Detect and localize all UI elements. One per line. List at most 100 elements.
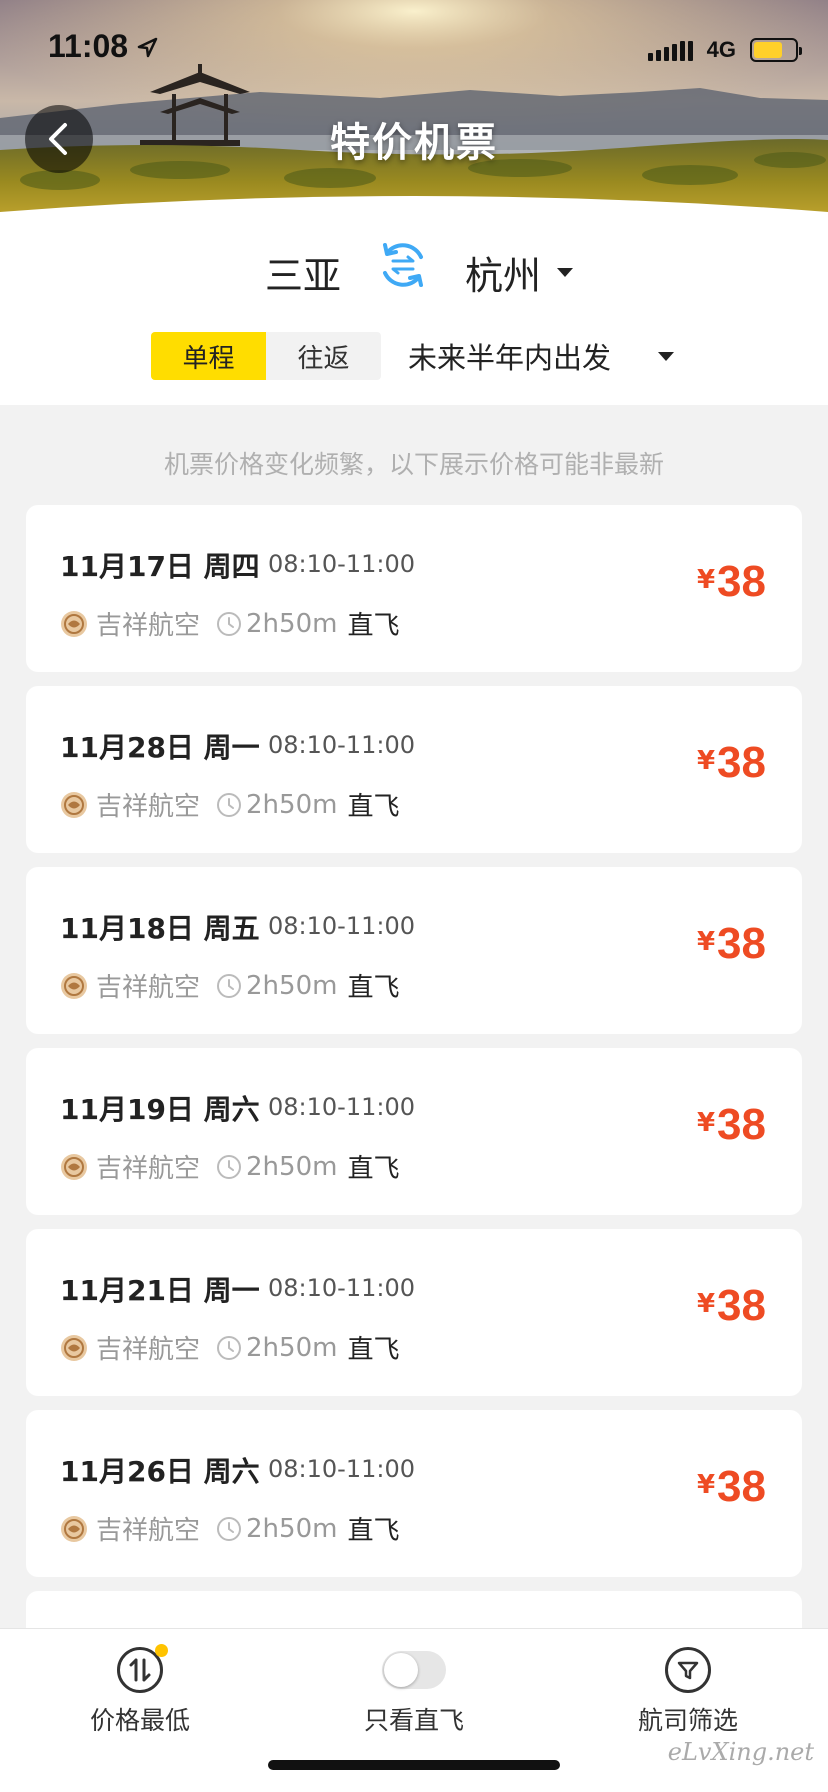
clock-icon	[217, 973, 242, 998]
route-selector: 三亚 杭州	[0, 225, 828, 305]
flight-duration: 2h50m	[246, 1332, 338, 1363]
airline-name: 吉祥航空	[96, 1154, 201, 1184]
tab-one-way[interactable]: 单程	[151, 332, 266, 380]
sort-icon	[117, 1644, 168, 1693]
flight-card[interactable]: 11月21日 周一 08:10-11:00 吉祥航空 2h50m 直飞 ¥ 38	[26, 1229, 802, 1396]
flight-duration: 2h50m	[246, 789, 338, 820]
battery-icon	[750, 38, 802, 62]
flight-price: ¥ 38	[697, 1462, 766, 1512]
price-value: 38	[717, 1462, 766, 1511]
sort-by-price-button[interactable]: 价格最低	[90, 1644, 191, 1737]
price-currency: ¥	[696, 565, 716, 595]
flight-list: 11月17日 周四 08:10-11:00 吉祥航空 2h50m 直飞 ¥ 38…	[26, 505, 802, 1772]
flight-duration: 2h50m	[246, 1151, 338, 1182]
location-arrow-icon	[137, 37, 158, 58]
airline-filter-button[interactable]: 航司筛选	[638, 1647, 738, 1737]
direct-only-toggle[interactable]: 只看直飞	[364, 1647, 464, 1737]
flight-time: 08:10-11:00	[268, 1274, 415, 1302]
flight-card[interactable]: 11月26日 周六 08:10-11:00 吉祥航空 2h50m 直飞 ¥ 38	[26, 1410, 802, 1577]
price-value: 38	[717, 1281, 766, 1330]
status-indicators: 4G	[647, 36, 802, 64]
flight-time: 08:10-11:00	[268, 550, 415, 578]
price-currency: ¥	[696, 1108, 716, 1138]
clock-icon	[217, 792, 242, 817]
flight-price: ¥ 38	[697, 557, 766, 607]
price-value: 38	[717, 738, 766, 787]
airline-logo-icon	[61, 972, 87, 999]
airline-logo-icon	[61, 791, 87, 818]
flight-duration: 2h50m	[246, 608, 338, 639]
airline-name: 吉祥航空	[96, 792, 201, 822]
caret-down-icon	[658, 351, 674, 361]
clock-icon	[217, 1154, 242, 1179]
watermark: eLvXing.net	[667, 1738, 814, 1766]
status-bar: 11:08 4G	[0, 0, 828, 100]
flight-duration: 2h50m	[246, 1513, 338, 1544]
flight-info: 吉祥航空 2h50m 直飞	[60, 605, 399, 642]
flight-time: 08:10-11:00	[268, 731, 415, 759]
flight-info: 吉祥航空 2h50m 直飞	[60, 1329, 399, 1366]
home-indicator	[268, 1760, 560, 1770]
caret-down-icon	[557, 268, 574, 277]
price-value: 38	[717, 1100, 766, 1149]
network-type: 4G	[706, 37, 736, 62]
trip-type-tabs: 单程 往返	[151, 332, 381, 380]
flight-date: 11月18日 周五	[60, 912, 260, 945]
flight-card[interactable]: 11月19日 周六 08:10-11:00 吉祥航空 2h50m 直飞 ¥ 38	[26, 1048, 802, 1215]
airline-name: 吉祥航空	[96, 1516, 201, 1546]
airline-filter-label: 航司筛选	[638, 1706, 739, 1735]
flight-type: 直飞	[347, 1516, 400, 1546]
flight-card[interactable]: 11月28日 周一 08:10-11:00 吉祥航空 2h50m 直飞 ¥ 38	[26, 686, 802, 853]
airline-logo-icon	[61, 1515, 87, 1542]
swap-icon[interactable]	[375, 237, 431, 293]
price-value: 38	[717, 919, 766, 968]
tab-round-trip[interactable]: 往返	[266, 332, 381, 380]
flight-type: 直飞	[347, 1154, 400, 1184]
flight-type: 直飞	[347, 973, 400, 1003]
flight-date: 11月21日 周一	[60, 1274, 260, 1307]
flight-price: ¥ 38	[697, 738, 766, 788]
flight-info: 吉祥航空 2h50m 直飞	[60, 1510, 399, 1547]
arrival-city: 杭州	[465, 254, 542, 298]
arrival-city-selector[interactable]: 杭州	[465, 245, 574, 300]
sort-label: 价格最低	[90, 1706, 191, 1735]
badge-dot	[155, 1644, 168, 1657]
airline-name: 吉祥航空	[96, 611, 201, 641]
clock-icon	[217, 1516, 242, 1541]
clock-icon	[217, 1335, 242, 1360]
airline-name: 吉祥航空	[96, 1335, 201, 1365]
signal-icon	[647, 39, 693, 61]
flight-time: 08:10-11:00	[268, 1093, 415, 1121]
flight-duration: 2h50m	[246, 970, 338, 1001]
flight-time: 08:10-11:00	[268, 1455, 415, 1483]
clock-icon	[217, 611, 242, 636]
flight-date: 11月17日 周四	[60, 550, 260, 583]
price-currency: ¥	[696, 927, 716, 957]
search-panel: 三亚 杭州 单程 往返 未来半年内出发	[0, 225, 828, 405]
date-range-label: 未来半年内出发	[408, 341, 612, 375]
flight-type: 直飞	[347, 1335, 400, 1365]
flight-price: ¥ 38	[697, 1281, 766, 1331]
flight-price: ¥ 38	[697, 919, 766, 969]
date-range-selector[interactable]: 未来半年内出发	[408, 332, 674, 380]
flight-type: 直飞	[347, 792, 400, 822]
departure-city[interactable]: 三亚	[265, 245, 341, 300]
filter-icon	[665, 1647, 711, 1693]
flight-type: 直飞	[347, 611, 400, 641]
flight-date: 11月19日 周六	[60, 1093, 260, 1126]
flight-info: 吉祥航空 2h50m 直飞	[60, 967, 399, 1004]
price-currency: ¥	[696, 1289, 716, 1319]
price-currency: ¥	[696, 1470, 716, 1500]
airline-name: 吉祥航空	[96, 973, 201, 1003]
status-time: 11:08	[48, 28, 129, 64]
toggle-switch[interactable]	[382, 1651, 446, 1689]
flight-date: 11月28日 周一	[60, 731, 260, 764]
price-currency: ¥	[696, 746, 716, 776]
flight-price: ¥ 38	[697, 1100, 766, 1150]
airline-logo-icon	[61, 1334, 87, 1361]
flight-date: 11月26日 周六	[60, 1455, 260, 1488]
flight-card[interactable]: 11月18日 周五 08:10-11:00 吉祥航空 2h50m 直飞 ¥ 38	[26, 867, 802, 1034]
price-value: 38	[717, 557, 766, 606]
flight-info: 吉祥航空 2h50m 直飞	[60, 786, 399, 823]
flight-card[interactable]: 11月17日 周四 08:10-11:00 吉祥航空 2h50m 直飞 ¥ 38	[26, 505, 802, 672]
